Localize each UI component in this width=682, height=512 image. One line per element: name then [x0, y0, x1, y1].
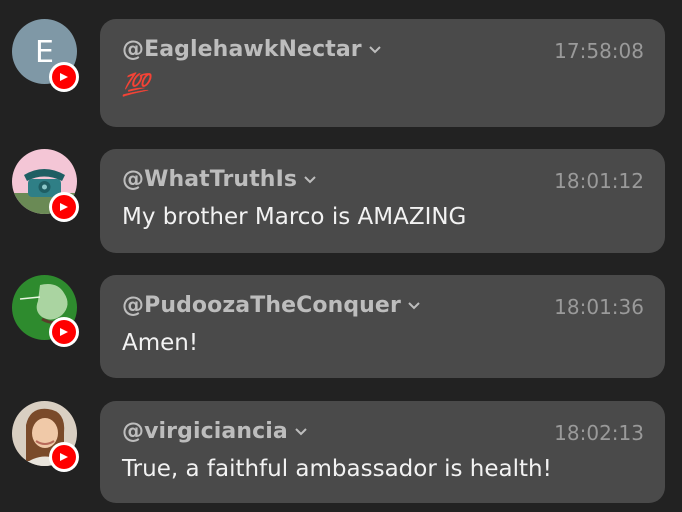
message-bubble: @virgiciancia 18:02:13 True, a faithful … [100, 401, 665, 503]
message-text: True, a faithful ambassador is health! [122, 456, 552, 482]
username-row[interactable]: @EaglehawkNectar [122, 37, 382, 62]
hundred-points-emoji: 💯 [122, 73, 149, 98]
username[interactable]: @WhatTruthIs [122, 167, 297, 192]
chevron-down-icon[interactable] [368, 45, 382, 55]
timestamp: 18:01:12 [554, 169, 644, 193]
username[interactable]: @virgiciancia [122, 419, 288, 444]
message-text: Amen! [122, 330, 199, 356]
chevron-down-icon[interactable] [294, 427, 308, 437]
username[interactable]: @EaglehawkNectar [122, 37, 362, 62]
username-row[interactable]: @WhatTruthIs [122, 167, 317, 192]
timestamp: 18:02:13 [554, 421, 644, 445]
chat-feed: E @EaglehawkNectar 17:58:08 💯 @WhatTruth… [0, 0, 682, 512]
message-bubble: @EaglehawkNectar 17:58:08 💯 [100, 19, 665, 127]
youtube-icon [49, 192, 79, 222]
username-row[interactable]: @virgiciancia [122, 419, 308, 444]
message-bubble: @WhatTruthIs 18:01:12 My brother Marco i… [100, 149, 665, 253]
chevron-down-icon[interactable] [407, 301, 421, 311]
message-bubble: @PudoozaTheConquer 18:01:36 Amen! [100, 275, 665, 378]
timestamp: 17:58:08 [554, 39, 644, 63]
message-text: My brother Marco is AMAZING [122, 204, 467, 230]
youtube-icon [49, 62, 79, 92]
chevron-down-icon[interactable] [303, 175, 317, 185]
youtube-icon [49, 317, 79, 347]
username[interactable]: @PudoozaTheConquer [122, 293, 401, 318]
username-row[interactable]: @PudoozaTheConquer [122, 293, 421, 318]
timestamp: 18:01:36 [554, 295, 644, 319]
youtube-icon [49, 442, 79, 472]
avatar-letter: E [35, 35, 54, 70]
